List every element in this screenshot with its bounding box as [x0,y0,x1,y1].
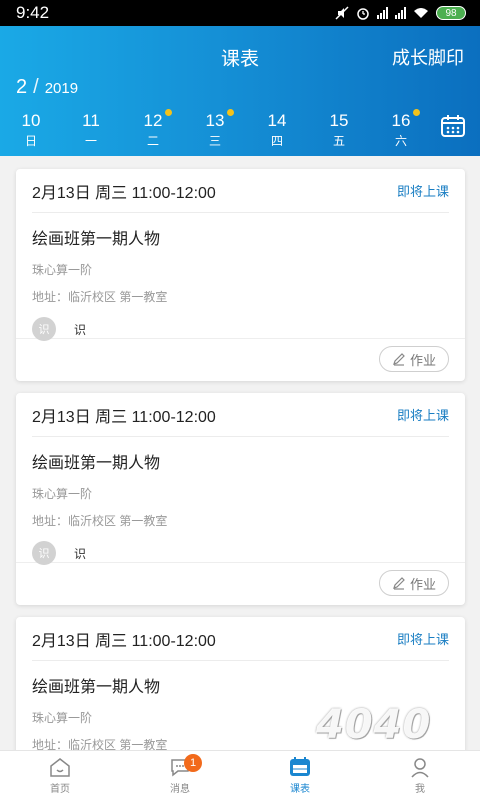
lesson-card[interactable]: 2月13日 周三 11:00-12:00 即将上课 绘画班第一期人物 珠心算一阶… [16,393,465,605]
day-weekday: 五 [332,134,345,148]
battery-icon: 98 [436,6,466,20]
home-icon [50,758,70,777]
tab-messages-label: 消息 [170,784,190,795]
lesson-card[interactable]: 2月13日 周三 11:00-12:00 即将上课 绘画班第一期人物 珠心算一阶… [16,169,465,381]
avatar: 识 [32,317,56,341]
tab-me-label: 我 [415,784,425,795]
lesson-card-body: 绘画班第一期人物 珠心算一阶 地址：临沂校区 第一教室 识 识 [16,213,465,341]
month-separator: / [33,76,39,98]
year-number: 2019 [44,80,79,97]
day-item[interactable]: 16 六 [376,109,426,149]
lesson-datetime: 2月13日 周三 11:00-12:00 [32,184,216,202]
lesson-class-name: 绘画班第一期人物 [32,679,161,696]
tab-home-label: 首页 [50,784,70,795]
lesson-level: 珠心算一阶 [32,487,93,501]
tab-home[interactable]: 首页 [0,751,120,800]
lesson-datetime: 2月13日 周三 11:00-12:00 [32,632,216,650]
tab-me[interactable]: 我 [360,751,480,800]
lesson-card-body: 绘画班第一期人物 珠心算一阶 地址：临沂校区 第一教室 识 识 [16,437,465,565]
user-icon [411,758,429,778]
lesson-card-header: 2月13日 周三 11:00-12:00 即将上课 [32,393,449,437]
day-weekday: 三 [208,134,221,148]
lesson-list[interactable]: 2月13日 周三 11:00-12:00 即将上课 绘画班第一期人物 珠心算一阶… [0,156,480,750]
lesson-dot-indicator [413,109,420,116]
day-item[interactable]: 11 一 [66,111,116,149]
month-year: 2 / 2019 [16,76,78,99]
watermark-logo: 4040 [316,702,432,748]
lesson-address: 地址：临沂校区 第一教室 [32,290,168,304]
homework-label: 作业 [409,352,436,368]
day-item[interactable]: 10 日 [6,111,56,149]
lesson-card-header: 2月13日 周三 11:00-12:00 即将上课 [32,617,449,661]
schedule-header: 课表 成长脚印 2 / 2019 10 日 11 一 12 二 13 三 14 … [0,26,480,156]
homework-button[interactable]: 作业 [378,346,449,372]
day-number: 10 [21,111,41,130]
edit-icon [393,353,405,366]
lesson-level: 珠心算一阶 [32,263,93,277]
signal-icon [377,7,388,19]
day-weekday: 六 [394,134,407,148]
lesson-card-footer: 作业 [16,339,465,379]
lesson-teacher: 识 识 [32,317,449,341]
bottom-tab-bar: 首页 消息 1 课表 我 [0,750,480,800]
day-item[interactable]: 12 二 [128,109,178,149]
lesson-class-name: 绘画班第一期人物 [32,455,161,472]
status-icons: 98 [335,6,466,20]
alarm-icon [357,8,369,20]
lesson-dot-indicator [227,109,234,116]
month-number: 2 [16,76,28,98]
lesson-address: 地址：临沂校区 第一教室 [32,514,168,528]
avatar: 识 [32,541,56,565]
lesson-class-name: 绘画班第一期人物 [32,231,161,248]
status-time: 9:42 [16,3,50,22]
day-weekday: 一 [84,134,97,148]
day-item[interactable]: 14 四 [252,111,302,149]
teacher-name: 识 [74,546,87,561]
homework-label: 作业 [409,576,436,592]
edit-icon [393,577,405,590]
growth-footprint-link[interactable]: 成长脚印 [392,44,464,70]
calendar-icon [290,757,310,776]
day-number: 15 [329,111,349,130]
lesson-card-header: 2月13日 周三 11:00-12:00 即将上课 [32,169,449,213]
message-count-badge: 1 [184,754,202,772]
status-bar: 9:42 98 [0,0,480,26]
lesson-status: 即将上课 [396,632,449,647]
day-weekday: 日 [24,134,37,148]
day-weekday: 四 [270,134,283,148]
tab-schedule[interactable]: 课表 [240,751,360,800]
day-item[interactable]: 15 五 [314,111,364,149]
tab-schedule-label: 课表 [290,784,310,795]
lesson-card-footer: 作业 [16,563,465,603]
lesson-teacher: 识 识 [32,541,449,565]
calendar-icon[interactable] [440,113,466,139]
tab-messages[interactable]: 消息 1 [120,751,240,800]
lesson-dot-indicator [165,109,172,116]
homework-button[interactable]: 作业 [378,570,449,596]
mute-icon [335,6,349,20]
lesson-status: 即将上课 [396,408,449,423]
day-item[interactable]: 13 三 [190,109,240,149]
day-weekday: 二 [146,134,159,148]
day-number: 11 [82,111,100,130]
lesson-status: 即将上课 [396,184,449,199]
lesson-datetime: 2月13日 周三 11:00-12:00 [32,408,216,426]
week-day-strip: 10 日 11 一 12 二 13 三 14 四 15 五 16 六 [0,109,430,151]
day-number: 14 [267,111,287,130]
teacher-name: 识 [74,322,87,337]
signal-icon-2 [395,7,406,19]
wifi-icon [414,8,428,18]
